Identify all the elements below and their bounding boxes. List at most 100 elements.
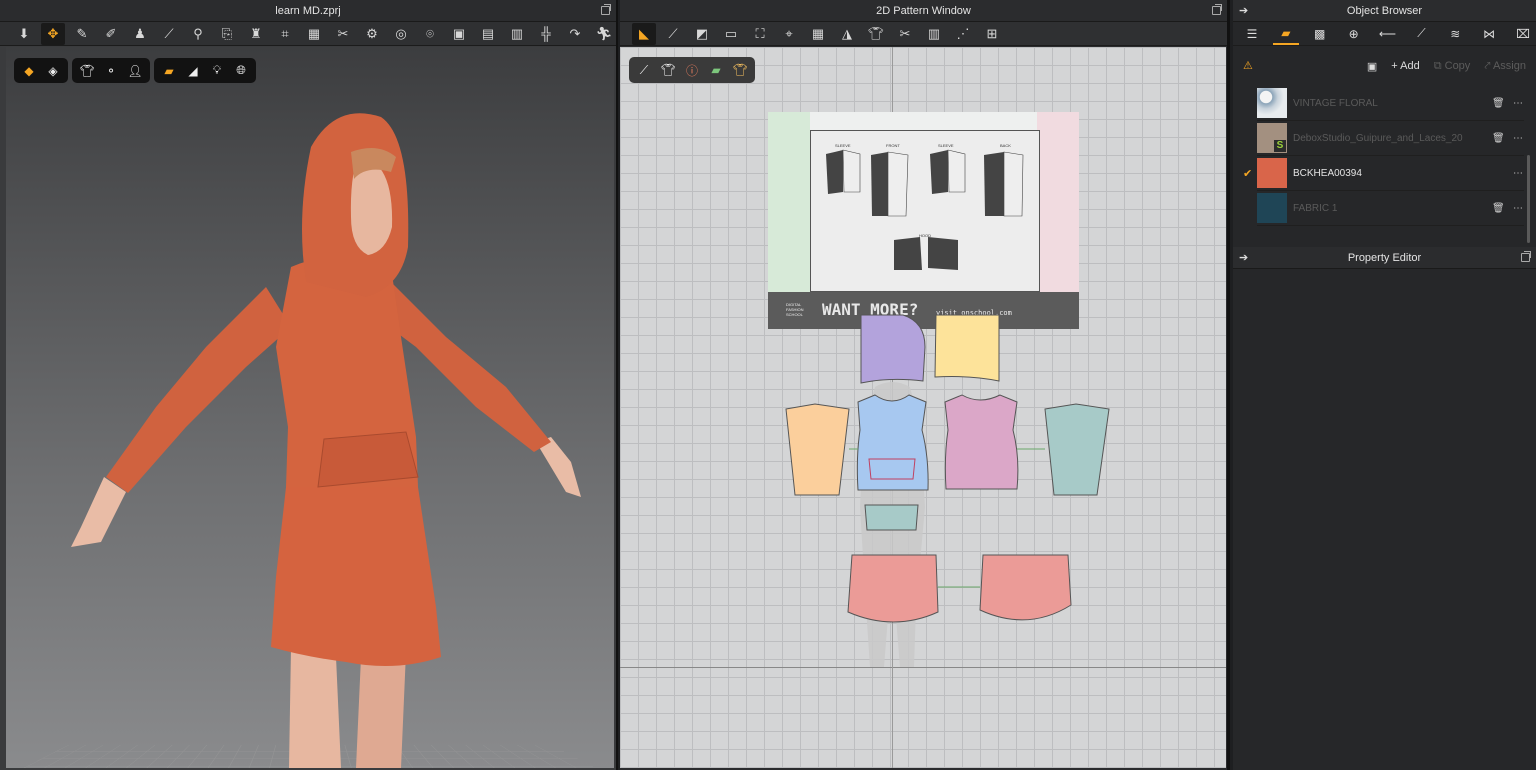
3d-window-titlebar: learn MD.zprj <box>0 0 616 22</box>
fabric-swatch <box>1257 193 1287 223</box>
3d-window-title: learn MD.zprj <box>275 5 341 17</box>
delete-icon[interactable]: 🗑︎ <box>1492 203 1505 214</box>
transform-icon[interactable]: ⚙ <box>360 23 384 45</box>
fabric-row[interactable]: FABRIC 1 🗑︎ ⋯ <box>1257 191 1524 226</box>
zipper-icon[interactable]: ▣ <box>447 23 471 45</box>
avatar-icon[interactable]: ♜ <box>244 23 268 45</box>
collapse-arrow-icon[interactable]: ➔ <box>1239 247 1248 269</box>
pattern-layout <box>785 314 1110 667</box>
assign-button[interactable]: ⤤ Assign <box>1484 60 1526 73</box>
select-mesh-icon[interactable]: ⬇ <box>12 23 36 45</box>
3d-window: learn MD.zprj ⬇ ✥ ✎ ✐ ♟ ⟋ ⚲ ⎘ ♜ ⌗ ▦ ✂ ⚙ … <box>0 0 618 770</box>
garment-2d-icon[interactable]: 👕︎ <box>864 23 888 45</box>
tab-zipper-icon[interactable]: ⌧ <box>1510 23 1536 45</box>
fabric-filter-icon[interactable]: ⚠ <box>1243 59 1253 72</box>
pin-icon[interactable]: ⟋ <box>157 23 181 45</box>
select-trim-icon[interactable]: ▥ <box>505 23 529 45</box>
2d-window-titlebar: 2D Pattern Window <box>620 0 1227 22</box>
brush-icon[interactable]: ✐ <box>99 23 123 45</box>
fabric-row-selected[interactable]: ✔ BCKHEA00394 ⋯ <box>1243 156 1524 191</box>
rectangle-icon[interactable]: ▭ <box>719 23 743 45</box>
object-browser-title: Object Browser <box>1346 5 1423 17</box>
copy-button[interactable]: ⧉ Copy <box>1434 60 1471 73</box>
fabric-swatch <box>1257 158 1287 188</box>
fabric-row[interactable]: VINTAGE FLORAL 🗑︎ ⋯ <box>1257 86 1524 121</box>
tab-puckering-icon[interactable]: ≋ <box>1442 23 1468 45</box>
fabric-swatch: S <box>1257 123 1287 153</box>
fold-arrange-icon[interactable]: ✎ <box>70 23 94 45</box>
fabric-name: BCKHEA00394 <box>1293 167 1362 179</box>
fabric-name: VINTAGE FLORAL <box>1293 97 1378 109</box>
pattern-back <box>944 394 1019 490</box>
avatar-with-garment[interactable] <box>6 47 614 768</box>
2d-pattern-window: 2D Pattern Window ◣ ⟋ ◩ ▭ ⛶ ⌖ ▦ ◮ 👕︎ ✂ ▥… <box>620 0 1230 770</box>
transform-pattern-icon[interactable]: ◣ <box>632 22 656 45</box>
2d-viewport[interactable]: ⟋ 👕︎ ⓘ ▰ 👕︎ SLEEVE FRONT SLEEVE BACK HOO… <box>620 47 1226 768</box>
fold-icon[interactable]: ◮ <box>835 23 859 45</box>
substance-icon: S <box>1274 140 1286 152</box>
fabric-row[interactable]: S DeboxStudio_Guipure_and_Laces_20 🗑︎ ⋯ <box>1257 121 1524 156</box>
trim-icon[interactable]: ▤ <box>476 23 500 45</box>
add-button[interactable]: + Add <box>1391 60 1419 72</box>
pose-icon[interactable]: 🏃︎ <box>592 23 616 45</box>
polygon-icon[interactable]: ◩ <box>690 23 714 45</box>
button-icon[interactable]: ⌾ <box>418 23 442 45</box>
float-window-icon[interactable] <box>1212 4 1222 15</box>
more-icon[interactable]: ⋯ <box>1512 133 1524 144</box>
object-browser-tabs: ☰ ▰ ▩ ⊕ ⟵ ⟋ ≋ ⋈ ⌧ <box>1233 22 1536 46</box>
line-tool-icon[interactable]: ⌗ <box>273 23 297 45</box>
pattern-skirt-back <box>979 554 1072 621</box>
3d-viewport[interactable]: ◆ ◈ 👕︎ ⚬ 👤︎ ▰ ◢ 💡︎ 🌐︎ <box>6 47 614 768</box>
camera-icon[interactable]: ▣ <box>1367 60 1377 73</box>
3d-toolbar: ⬇ ✥ ✎ ✐ ♟ ⟋ ⚲ ⎘ ♜ ⌗ ▦ ✂ ⚙ ◎ ⌾ ▣ ▤ ▥ ╬ ↷ … <box>0 22 616 46</box>
float-window-icon[interactable] <box>1521 251 1531 262</box>
tab-button-icon[interactable]: ⊕ <box>1341 23 1367 45</box>
collapse-arrow-icon[interactable]: ➔ <box>1239 0 1248 22</box>
pattern-skirt-front <box>847 554 939 623</box>
segment-sewing-icon[interactable]: ✂ <box>893 23 917 45</box>
2d-window-title: 2D Pattern Window <box>876 5 971 17</box>
pattern-waistband <box>864 504 919 531</box>
2d-toolbar: ◣ ⟋ ◩ ▭ ⛶ ⌖ ▦ ◮ 👕︎ ✂ ▥ ⋰ ⊞ <box>620 22 1227 46</box>
fabric-name: FABRIC 1 <box>1293 202 1338 214</box>
tab-bow-icon[interactable]: ⋈ <box>1476 23 1502 45</box>
texture-icon[interactable]: ✂ <box>331 23 355 45</box>
assign-label: Assign <box>1492 59 1526 72</box>
tab-topstitch-icon[interactable]: ⟋ <box>1408 23 1434 45</box>
property-editor-title: Property Editor <box>1347 252 1422 264</box>
float-window-icon[interactable] <box>601 4 611 15</box>
more-icon[interactable]: ⋯ <box>1512 98 1524 109</box>
tab-graphic-icon[interactable]: ▩ <box>1307 23 1333 45</box>
left-hand <box>71 477 126 547</box>
grid-select-icon[interactable]: ▦ <box>302 23 326 45</box>
edit-pattern-icon[interactable]: ⟋ <box>661 23 685 45</box>
free-sewing-icon[interactable]: ▥ <box>922 23 946 45</box>
pattern-sleeve-right <box>1044 403 1110 496</box>
tab-list-icon[interactable]: ☰ <box>1239 23 1265 45</box>
puckering-icon[interactable]: ◎ <box>389 23 413 45</box>
curve-icon[interactable]: ↷ <box>563 23 587 45</box>
move-icon[interactable]: ✥ <box>41 22 65 45</box>
more-icon[interactable]: ⋯ <box>1512 168 1524 179</box>
garment-fit-icon[interactable]: ♟ <box>128 23 152 45</box>
tab-buttonhole-icon[interactable]: ⟵ <box>1375 23 1401 45</box>
delete-icon[interactable]: 🗑︎ <box>1492 98 1505 109</box>
delete-icon[interactable]: 🗑︎ <box>1492 133 1505 144</box>
object-browser-actions: ⚠ ▣ + Add ⧉ Copy ⤤ Assign <box>1233 46 1536 86</box>
copy-label: Copy <box>1444 59 1471 72</box>
fabric-list-scrollbar[interactable] <box>1527 155 1530 243</box>
internal-shape-icon[interactable]: ⛶ <box>748 23 772 45</box>
measure-2d-icon[interactable]: ⊞ <box>980 23 1004 45</box>
topstitch-icon[interactable]: ⋰ <box>951 23 975 45</box>
checkmark-icon: ✔ <box>1243 167 1253 180</box>
more-icon[interactable]: ⋯ <box>1512 203 1524 214</box>
property-editor-titlebar: ➔ Property Editor <box>1233 247 1536 269</box>
tab-fabric-icon[interactable]: ▰ <box>1272 23 1299 45</box>
pattern-sleeve-left <box>785 403 850 496</box>
strap-icon[interactable]: ╬ <box>534 23 558 45</box>
edit-curvature-icon[interactable]: ⌖ <box>777 23 801 45</box>
add-label: Add <box>1400 60 1420 72</box>
grade-icon[interactable]: ▦ <box>806 23 830 45</box>
measure-icon[interactable]: ⎘ <box>215 23 239 45</box>
tack-icon[interactable]: ⚲ <box>186 23 210 45</box>
